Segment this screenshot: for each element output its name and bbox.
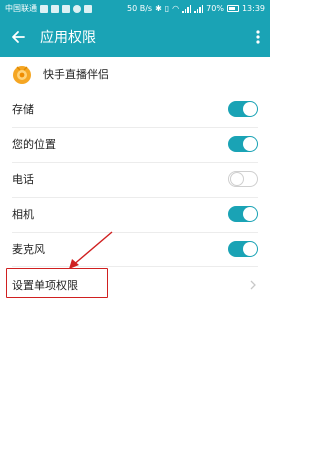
phone-toggle[interactable]	[228, 171, 258, 187]
notification-icon	[62, 4, 70, 13]
battery-percent: 70%	[206, 4, 224, 13]
signal-icon	[182, 4, 192, 13]
permission-row-phone[interactable]: 电话	[0, 161, 270, 197]
permission-row-location[interactable]: 您的位置	[0, 126, 270, 162]
notification-icon	[84, 4, 92, 13]
arrow-left-icon	[12, 31, 25, 43]
page-title: 应用权限	[40, 30, 96, 46]
bluetooth-icon: ✱	[155, 4, 162, 13]
app-bar: 应用权限	[0, 17, 270, 57]
permission-row-microphone[interactable]: 麦克风	[0, 231, 270, 267]
notification-icon	[51, 4, 59, 13]
app-logo-icon	[13, 66, 31, 84]
more-options-button[interactable]	[246, 17, 270, 57]
back-button[interactable]	[0, 17, 36, 57]
wifi-icon: ◠	[172, 4, 180, 13]
notification-icon	[73, 4, 81, 13]
notification-icon	[40, 4, 48, 13]
location-toggle[interactable]	[228, 136, 258, 152]
camera-toggle[interactable]	[228, 206, 258, 222]
microphone-toggle[interactable]	[228, 241, 258, 257]
storage-toggle[interactable]	[228, 101, 258, 117]
permission-row-camera[interactable]: 相机	[0, 196, 270, 232]
battery-icon	[226, 5, 239, 12]
clock: 13:39	[241, 4, 265, 13]
app-name: 快手直播伴侣	[43, 68, 109, 81]
status-bar: 中国联通 50 B/s ✱ ▯ ◠ 70% 13:39	[0, 0, 270, 17]
permission-label: 麦克风	[12, 243, 45, 256]
permission-label: 您的位置	[12, 138, 56, 151]
permission-label: 存储	[12, 103, 34, 116]
chevron-right-icon	[250, 280, 256, 290]
permission-row-storage[interactable]: 存储	[0, 91, 270, 127]
carrier-label: 中国联通	[5, 4, 37, 13]
permission-label: 相机	[12, 208, 34, 221]
signal-icon	[194, 4, 204, 13]
annotation-arrow-icon	[69, 231, 113, 269]
annotation-highlight-box	[6, 268, 108, 298]
app-header: 快手直播伴侣	[0, 57, 270, 91]
network-speed: 50 B/s	[126, 4, 153, 13]
more-vertical-icon	[256, 30, 260, 44]
permission-label: 电话	[12, 173, 34, 186]
vibrate-icon: ▯	[164, 4, 170, 13]
